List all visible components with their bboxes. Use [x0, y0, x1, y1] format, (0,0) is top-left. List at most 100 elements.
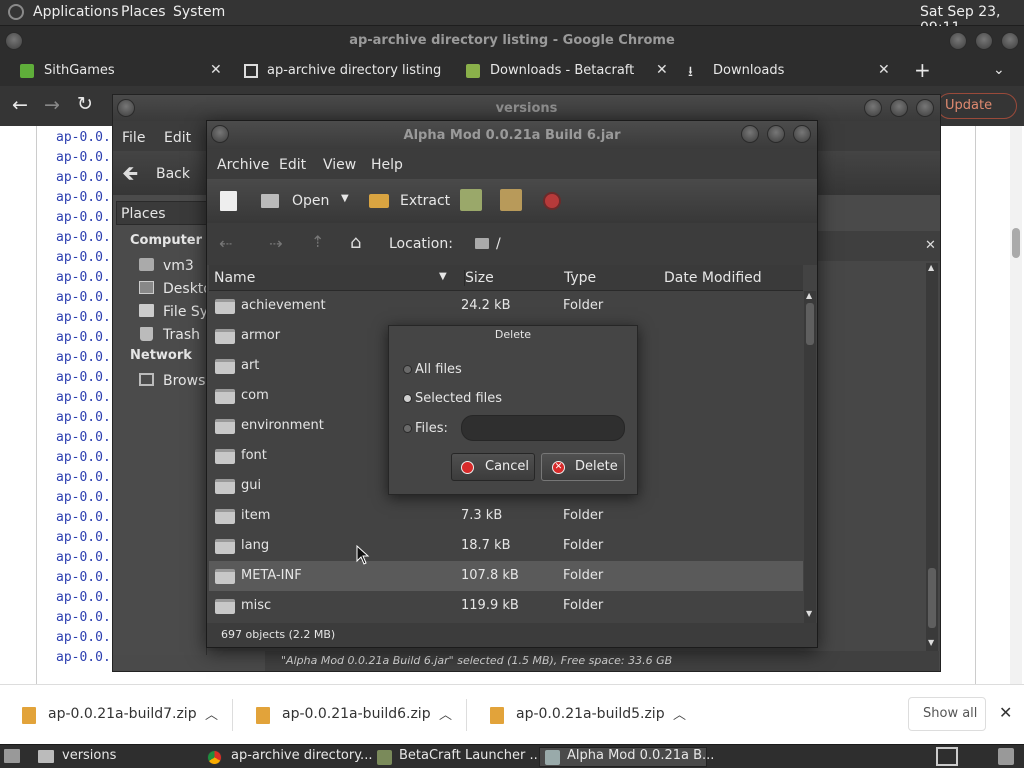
download-item[interactable]: ap-0.0.21a-build5.zip ︿ [468, 685, 700, 745]
add-files-icon[interactable] [460, 189, 482, 211]
listing-link[interactable]: ap-0.0. [56, 270, 111, 285]
listing-link[interactable]: ap-0.0. [56, 330, 111, 345]
file-list-scrollbar-thumb[interactable] [806, 303, 814, 345]
delete-button[interactable]: ✕ Delete [541, 453, 625, 481]
update-button[interactable]: Update [937, 93, 1017, 119]
listing-link[interactable]: ap-0.0. [56, 530, 111, 545]
option-selected-files[interactable]: Selected files [401, 389, 601, 409]
stop-icon[interactable] [543, 192, 561, 210]
archive-menu-archive[interactable]: Archive [217, 157, 269, 173]
scroll-down-icon[interactable]: ▼ [806, 609, 812, 618]
archive-maximize-button[interactable] [767, 125, 785, 143]
listing-link[interactable]: ap-0.0. [56, 590, 111, 605]
listing-link[interactable]: ap-0.0. [56, 410, 111, 425]
versions-close-button[interactable] [916, 99, 934, 117]
listing-link[interactable]: ap-0.0. [56, 650, 111, 665]
menu-places[interactable]: Places [121, 4, 166, 20]
new-archive-icon[interactable] [220, 191, 237, 211]
archive-close-button[interactable] [793, 125, 811, 143]
listing-link[interactable]: ap-0.0. [56, 550, 111, 565]
listing-link[interactable]: ap-0.0. [56, 390, 111, 405]
file-row[interactable]: achievement 24.2 kB Folder [209, 291, 803, 321]
listing-link[interactable]: ap-0.0. [56, 290, 111, 305]
chrome-minimize-button[interactable] [949, 32, 967, 50]
tab-search-chevron-icon[interactable]: ⌄ [993, 62, 1005, 78]
archive-minimize-button[interactable] [741, 125, 759, 143]
listing-link[interactable]: ap-0.0. [56, 630, 111, 645]
tab-ap-archive[interactable]: ap-archive directory listing [234, 56, 456, 86]
add-folder-icon[interactable] [500, 189, 522, 211]
scroll-up-icon[interactable]: ▲ [806, 291, 812, 300]
scroll-up-icon[interactable]: ▲ [928, 263, 934, 272]
radio-all-files[interactable] [403, 365, 412, 374]
tab-close-icon[interactable]: ✕ [878, 62, 890, 78]
sort-descending-icon[interactable]: ▼ [439, 271, 447, 282]
page-scrollbar-thumb[interactable] [1012, 228, 1020, 258]
tab-close-icon[interactable]: ✕ [210, 62, 222, 78]
versions-back-label[interactable]: Back [156, 166, 190, 182]
chrome-close-button[interactable] [1001, 32, 1019, 50]
column-name[interactable]: Name [214, 270, 255, 286]
listing-link[interactable]: ap-0.0. [56, 350, 111, 365]
file-row[interactable]: item 7.3 kB Folder [209, 501, 803, 531]
listing-link[interactable]: ap-0.0. [56, 130, 111, 145]
nav-home-icon[interactable]: ⌂ [350, 232, 361, 253]
listing-link[interactable]: ap-0.0. [56, 250, 111, 265]
file-row[interactable]: META-INF 107.8 kB Folder [209, 561, 803, 591]
show-all-button[interactable]: Show all [908, 697, 986, 731]
workspace-switcher-icon[interactable] [936, 747, 958, 766]
listing-link[interactable]: ap-0.0. [56, 570, 111, 585]
nav-forward-icon[interactable]: ⇢ [269, 234, 282, 253]
radio-selected-files[interactable] [403, 394, 412, 403]
listing-link[interactable]: ap-0.0. [56, 430, 111, 445]
listing-link[interactable]: ap-0.0. [56, 370, 111, 385]
page-scrollbar[interactable] [1010, 126, 1022, 684]
listing-link[interactable]: ap-0.0. [56, 170, 111, 185]
tab-downloads[interactable]: ⭳ Downloads ✕ [682, 56, 904, 86]
places-dropdown[interactable]: Places [116, 201, 207, 225]
archive-menu-help[interactable]: Help [371, 157, 403, 173]
menu-system[interactable]: System [173, 4, 225, 20]
new-tab-button[interactable]: + [914, 58, 931, 82]
tab-close-icon[interactable]: ✕ [656, 62, 668, 78]
option-files[interactable]: Files: [401, 419, 461, 439]
extract-button[interactable]: Extract [367, 185, 450, 217]
tab-sithgames[interactable]: SithGames ✕ [10, 56, 232, 86]
taskbar-item-chrome[interactable]: ap-archive directory... [200, 747, 372, 767]
listing-link[interactable]: ap-0.0. [56, 230, 111, 245]
nav-back-icon[interactable]: ⇠ [219, 234, 232, 253]
taskbar-item-alpha-mod[interactable]: Alpha Mod 0.0.21a B... [539, 747, 714, 767]
cancel-button[interactable]: Cancel [451, 453, 535, 481]
option-all-files[interactable]: All files [401, 360, 601, 380]
open-button[interactable]: Open ▼ [257, 185, 355, 217]
forward-arrow-icon[interactable]: → [44, 94, 60, 116]
versions-minimize-button[interactable] [864, 99, 882, 117]
listing-link[interactable]: ap-0.0. [56, 210, 111, 225]
taskbar-item-versions[interactable]: versions [30, 747, 198, 767]
listing-link[interactable]: ap-0.0. [56, 510, 111, 525]
files-pattern-input[interactable] [461, 415, 625, 441]
versions-menu-edit[interactable]: Edit [164, 130, 191, 146]
column-size[interactable]: Size [464, 270, 494, 286]
distro-logo-icon[interactable] [8, 4, 24, 20]
close-downloads-icon[interactable]: ✕ [999, 703, 1012, 722]
archive-menu-view[interactable]: View [323, 157, 356, 173]
reload-icon[interactable]: ↻ [77, 93, 93, 115]
file-list-scrollbar[interactable]: ▲ ▼ [804, 291, 816, 623]
download-menu-chevron-icon[interactable]: ︿ [439, 704, 452, 723]
sidebar-item-browse-network[interactable]: Browse [137, 370, 214, 392]
archive-menu-edit[interactable]: Edit [279, 157, 306, 173]
download-menu-chevron-icon[interactable]: ︿ [205, 704, 218, 723]
download-item[interactable]: ap-0.0.21a-build7.zip ︿ [0, 685, 233, 745]
nav-up-icon[interactable]: ⇡ [311, 232, 324, 251]
show-desktop-icon[interactable] [4, 749, 20, 763]
menu-applications[interactable]: Applications [33, 4, 119, 20]
listing-link[interactable]: ap-0.0. [56, 610, 111, 625]
chrome-maximize-button[interactable] [975, 32, 993, 50]
listing-link[interactable]: ap-0.0. [56, 470, 111, 485]
listing-link[interactable]: ap-0.0. [56, 450, 111, 465]
listing-link[interactable]: ap-0.0. [56, 490, 111, 505]
sidebar-item-desktop[interactable]: Deskto [137, 278, 212, 300]
tab-downloads-betacraft[interactable]: Downloads - Betacraft ✕ [458, 56, 680, 86]
back-arrow-icon[interactable]: 🡸 [122, 159, 138, 193]
